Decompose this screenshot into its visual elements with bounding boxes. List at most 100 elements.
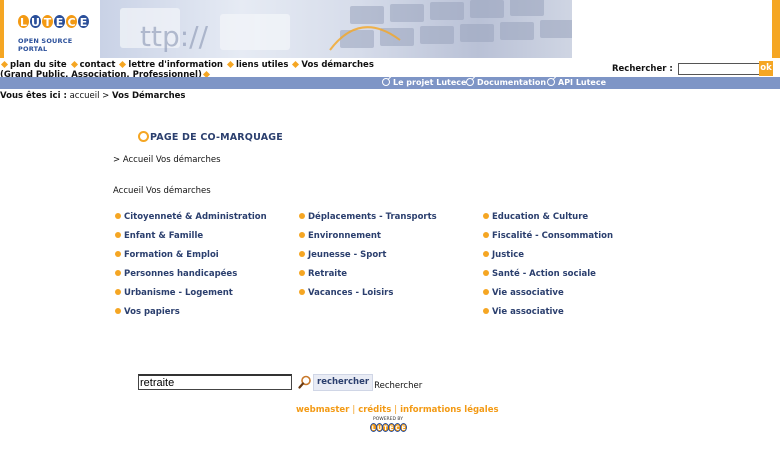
subnav-label: Documentation <box>477 78 547 87</box>
bullet-icon <box>70 60 78 68</box>
pencil-icon <box>382 78 390 86</box>
category-link[interactable]: Santé - Action sociale <box>483 269 596 279</box>
bullet-icon <box>299 213 305 219</box>
logo-tagline: OPEN SOURCE PORTAL <box>18 37 73 53</box>
bullet-icon <box>299 251 305 257</box>
bullet-icon <box>292 60 300 68</box>
category-label: Vacances - Loisirs <box>308 288 394 298</box>
category-link[interactable]: Vie associative <box>483 288 564 298</box>
category-label: Formation & Emploi <box>124 250 219 260</box>
search-button[interactable]: rechercher <box>313 373 374 391</box>
footer-links: webmaster | crédits | informations légal… <box>296 405 499 415</box>
search-label: Rechercher <box>374 381 423 391</box>
category-label: Déplacements - Transports <box>308 212 437 222</box>
category-link[interactable]: Enfant & Famille <box>115 231 203 241</box>
nav-contact[interactable]: contact <box>80 60 116 70</box>
bullet-icon <box>115 289 121 295</box>
keyboard-banner-graphic: ttp:// <box>120 0 572 53</box>
header-search-input[interactable] <box>677 63 762 75</box>
footer-credits-link[interactable]: crédits <box>358 405 391 415</box>
category-link[interactable]: Education & Culture <box>483 212 588 222</box>
category-label: Education & Culture <box>492 212 589 222</box>
header-banner-image: ttp:// <box>100 0 572 58</box>
category-label: Vie associative <box>492 307 564 317</box>
magnifier-icon[interactable] <box>298 375 312 389</box>
magnifier-icon-graphic <box>298 375 311 389</box>
page-path: > Accueil Vos démarches <box>113 155 221 165</box>
bullet-icon <box>299 289 305 295</box>
category-label: Jeunesse - Sport <box>308 250 387 260</box>
category-link[interactable]: Personnes handicapées <box>115 269 237 279</box>
category-link[interactable]: Vie associative <box>483 307 564 317</box>
bullet-icon <box>115 232 121 238</box>
category-link[interactable]: Environnement <box>299 231 381 241</box>
bullet-icon <box>115 308 121 314</box>
category-label: Vos papiers <box>124 307 180 317</box>
search-input[interactable] <box>138 374 292 390</box>
logo-letter: E <box>77 14 90 29</box>
powered-by-lutece[interactable]: POWERED BY L U T E C E <box>366 417 410 432</box>
category-link[interactable]: Formation & Emploi <box>115 250 219 260</box>
category-label: Personnes handicapées <box>124 269 238 279</box>
header-search-label: Rechercher : <box>612 64 673 74</box>
nav-lettre-information[interactable]: lettre d'information <box>128 60 223 70</box>
powered-by-logo: L U T E C E <box>366 423 410 432</box>
category-link[interactable]: Vos papiers <box>115 307 180 317</box>
category-label: Fiscalité - Consommation <box>492 231 614 241</box>
pencil-icon <box>547 78 555 86</box>
footer-separator: | <box>394 405 398 415</box>
search-form: rechercher Rechercher <box>138 373 422 391</box>
bullet-icon <box>483 232 489 238</box>
bullet-icon <box>115 270 121 276</box>
bullet-icon <box>299 232 305 238</box>
category-label: Citoyenneté & Administration <box>124 212 267 222</box>
category-label: Santé - Action sociale <box>492 269 596 279</box>
category-label: Urbanisme - Logement <box>124 288 233 298</box>
category-link[interactable]: Justice <box>483 250 524 260</box>
header-accent-bar <box>772 0 780 58</box>
bullet-icon <box>119 60 127 68</box>
subnav-label: API Lutece <box>558 78 607 87</box>
subnav-le-projet-lutece[interactable]: Le projet Lutece <box>382 78 466 87</box>
category-link[interactable]: Retraite <box>299 269 347 279</box>
category-label: Retraite <box>308 269 348 279</box>
category-label: Justice <box>492 250 525 260</box>
nav-plan-du-site[interactable]: plan du site <box>10 60 67 70</box>
category-link[interactable]: Jeunesse - Sport <box>299 250 386 260</box>
category-link[interactable]: Citoyenneté & Administration <box>115 212 267 222</box>
powered-by-text: POWERED BY <box>372 417 403 422</box>
category-link[interactable]: Déplacements - Transports <box>299 212 437 222</box>
bullet-icon <box>115 213 121 219</box>
footer-separator: | <box>352 405 356 415</box>
bullet-icon <box>299 270 305 276</box>
breadcrumb: Vous êtes ici : accueil > Vos Démarches <box>0 91 186 101</box>
category-link[interactable]: Fiscalité - Consommation <box>483 231 613 241</box>
nav-liens-utiles[interactable]: liens utiles <box>236 60 288 70</box>
logo-letters: L U T E C E <box>17 14 90 29</box>
page-title-text: PAGE DE CO-MARQUAGE <box>150 132 283 143</box>
category-link[interactable]: Urbanisme - Logement <box>115 288 233 298</box>
footer-webmaster-link[interactable]: webmaster <box>296 405 349 415</box>
header-search: Rechercher : ok <box>612 61 773 76</box>
header-search-ok-button[interactable]: ok <box>759 61 773 76</box>
subnav-api-lutece[interactable]: API Lutece <box>547 78 606 87</box>
category-label: Environnement <box>308 231 381 241</box>
bullet-icon <box>483 213 489 219</box>
breadcrumb-prefix: Vous êtes ici : <box>0 91 67 101</box>
bullet-icon <box>483 270 489 276</box>
breadcrumb-home-link[interactable]: accueil <box>70 91 100 101</box>
category-link[interactable]: Vacances - Loisirs <box>299 288 393 298</box>
pencil-icon <box>138 131 149 142</box>
category-label: Vie associative <box>492 288 564 298</box>
category-label: Enfant & Famille <box>124 231 204 241</box>
lutece-logo[interactable]: L U T E C E OPEN SOURCE PORTAL <box>0 0 100 58</box>
footer-legal-link[interactable]: informations légales <box>400 405 498 415</box>
section-label: Accueil Vos démarches <box>113 186 211 196</box>
svg-text:ttp://: ttp:// <box>140 20 209 53</box>
page-title: PAGE DE CO-MARQUAGE <box>138 131 283 143</box>
subnav-documentation[interactable]: Documentation <box>466 78 546 87</box>
logo-letter: E <box>400 423 407 432</box>
bullet-icon <box>0 60 9 68</box>
breadcrumb-separator: > <box>102 91 110 101</box>
pencil-icon <box>466 78 474 86</box>
